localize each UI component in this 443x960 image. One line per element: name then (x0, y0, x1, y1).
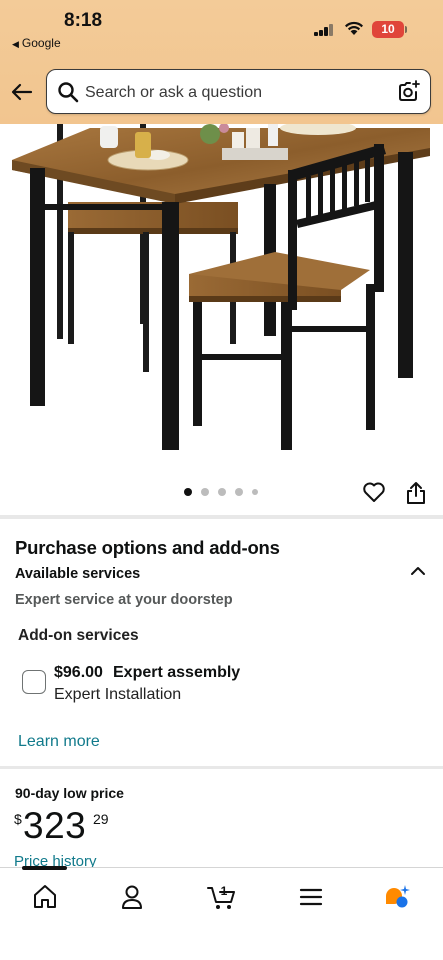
heart-icon[interactable] (362, 480, 386, 504)
search-bar[interactable]: Search or ask a question (46, 69, 431, 114)
page-dot-4[interactable] (235, 488, 243, 496)
price-low-label: 90-day low price (15, 785, 124, 801)
image-pagination-dots[interactable] (184, 488, 258, 496)
price-whole: 323 (23, 805, 87, 846)
back-app-label: Google (21, 36, 61, 50)
addon-subtitle: Expert Installation (54, 686, 182, 703)
page-dot-2[interactable] (201, 488, 209, 496)
expert-assembly-checkbox[interactable] (22, 670, 46, 694)
battery-indicator: 10 (372, 21, 407, 38)
page-dot-1[interactable] (184, 488, 192, 496)
bottom-navigation: 1 (0, 866, 443, 960)
price-currency: $ (14, 811, 22, 827)
price-fraction: 29 (93, 811, 109, 827)
available-services-heading[interactable]: Available services (15, 566, 140, 582)
back-to-app-link[interactable]: ◀ Google (12, 36, 61, 50)
account-icon[interactable] (117, 882, 147, 912)
menu-icon[interactable] (296, 882, 326, 912)
cellular-signal-icon (314, 24, 336, 36)
product-image[interactable] (0, 124, 443, 474)
addon-name: Expert assembly (113, 664, 241, 681)
home-icon[interactable] (30, 882, 60, 912)
search-input[interactable]: Search or ask a question (85, 84, 262, 102)
section-divider (0, 766, 443, 769)
app-header: 8:18 ◀ Google 10 Search or ask a question (0, 0, 443, 124)
dining-table-image (12, 124, 430, 450)
cart-icon[interactable]: 1 (206, 882, 238, 912)
back-triangle-icon: ◀ (12, 39, 19, 49)
cart-count: 1 (221, 884, 228, 898)
page-dot-5[interactable] (252, 489, 258, 495)
active-tab-indicator (22, 866, 67, 870)
learn-more-link[interactable]: Learn more (18, 733, 100, 751)
camera-search-icon[interactable] (396, 79, 421, 104)
search-icon (58, 82, 79, 103)
addon-services-heading: Add-on services (18, 627, 139, 644)
wifi-icon (345, 21, 363, 35)
rufus-assistant-icon[interactable] (382, 882, 412, 912)
purchase-options-title: Purchase options and add-ons (15, 537, 280, 558)
share-icon[interactable] (405, 481, 427, 505)
section-divider (0, 515, 443, 519)
chevron-up-icon[interactable] (408, 562, 428, 580)
page-dot-3[interactable] (218, 488, 226, 496)
addon-price: $96.00 (54, 664, 103, 681)
expert-service-subtitle: Expert service at your doorstep (15, 592, 233, 608)
back-arrow-icon[interactable] (10, 80, 34, 104)
status-time: 8:18 (64, 10, 103, 31)
